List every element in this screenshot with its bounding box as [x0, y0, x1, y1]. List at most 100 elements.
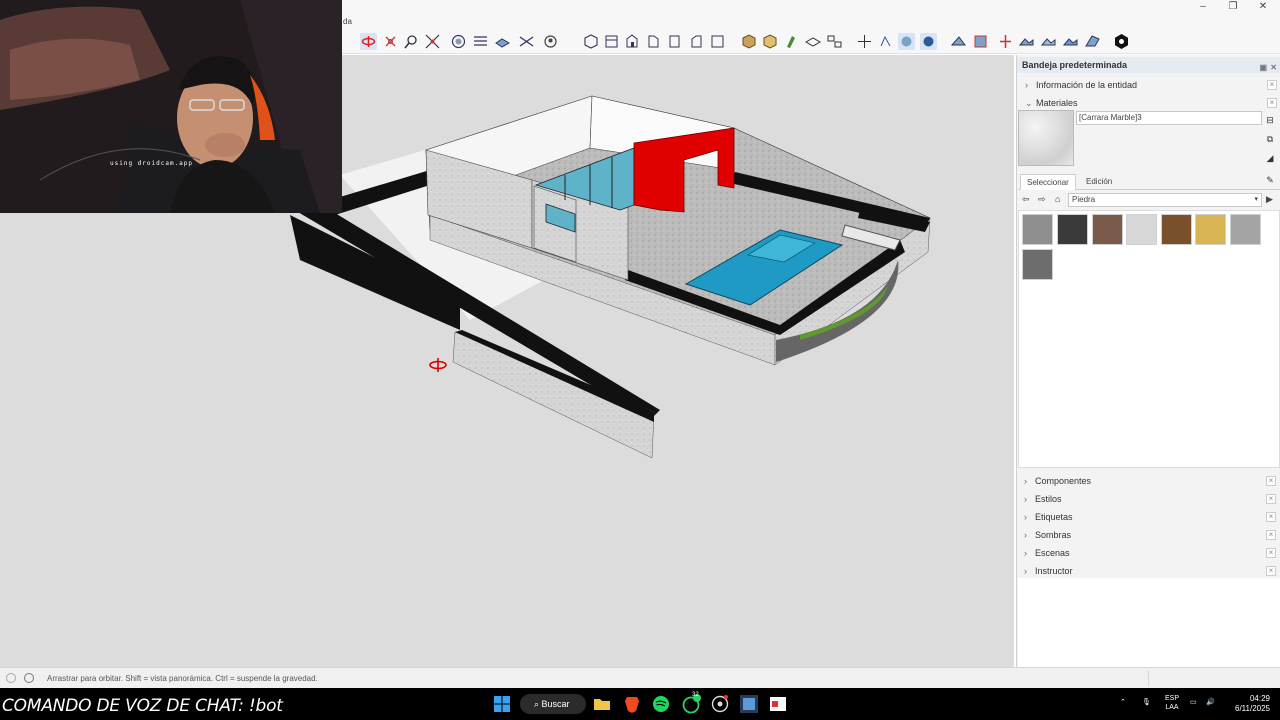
section-styles[interactable]: › Estilos ×	[1018, 491, 1280, 507]
close-icon[interactable]: ×	[1266, 476, 1276, 486]
clock[interactable]: 04:29 6/11/2025	[1226, 694, 1270, 714]
xray-icon[interactable]	[450, 33, 467, 50]
chevron-up-icon[interactable]: ⌃	[1120, 698, 1126, 707]
section-plane-icon[interactable]	[804, 33, 821, 50]
volume-icon[interactable]: 🔊	[1206, 698, 1215, 707]
material-swatch[interactable]	[1126, 214, 1157, 245]
close-button[interactable]: ✕	[1246, 0, 1280, 14]
spotify-icon[interactable]	[650, 693, 672, 715]
details-arrow-icon[interactable]: ▶	[1266, 194, 1273, 205]
section-entity-info[interactable]: › Información de la entidad ×	[1019, 77, 1280, 93]
shaded-icon[interactable]	[542, 33, 559, 50]
chevron-down-icon: ▾	[1254, 196, 1258, 203]
forward-arrow-icon[interactable]: ⇨	[1038, 194, 1046, 205]
measurements-box[interactable]	[1148, 671, 1276, 686]
network-icon[interactable]: ▭	[1190, 698, 1197, 707]
tab-select[interactable]: Seleccionar	[1020, 174, 1076, 190]
close-icon[interactable]: ×	[1266, 512, 1276, 522]
minimize-button[interactable]: –	[1186, 0, 1220, 14]
tab-edit[interactable]: Edición	[1080, 174, 1118, 190]
close-icon[interactable]: ×	[1267, 98, 1277, 108]
home-icon[interactable]: ⌂	[1055, 194, 1060, 204]
maximize-button[interactable]: ❐	[1216, 0, 1250, 14]
section-tags[interactable]: › Etiquetas ×	[1018, 509, 1280, 525]
material-swatch[interactable]	[1057, 214, 1088, 245]
left-view-icon[interactable]	[688, 33, 705, 50]
default-material-icon[interactable]: ◢	[1264, 153, 1276, 165]
walk-icon[interactable]	[877, 33, 894, 50]
push-icon[interactable]	[997, 33, 1014, 50]
section-components[interactable]: › Componentes ×	[1018, 473, 1280, 489]
right-view-icon[interactable]	[645, 33, 662, 50]
close-icon[interactable]: ×	[1266, 566, 1276, 576]
close-icon[interactable]: ×	[1267, 80, 1277, 90]
chrome-icon[interactable]	[709, 693, 731, 715]
iso-view-icon[interactable]	[582, 33, 599, 50]
geo-location-icon[interactable]	[6, 673, 16, 683]
info-icon[interactable]	[24, 673, 34, 683]
top-view-icon[interactable]	[603, 33, 620, 50]
wireframe-icon[interactable]	[494, 33, 511, 50]
library-dropdown[interactable]: Piedra ▾	[1068, 193, 1262, 207]
box-icon[interactable]	[740, 33, 757, 50]
section-shadows[interactable]: › Sombras ×	[1018, 527, 1280, 543]
material-swatch[interactable]	[1092, 214, 1123, 245]
tray-empty-area	[1018, 578, 1280, 667]
component-icon[interactable]	[761, 33, 778, 50]
section-label: Materiales	[1036, 98, 1078, 108]
brave-browser-icon[interactable]	[621, 693, 643, 715]
section-display-icon[interactable]	[826, 33, 843, 50]
drape-icon[interactable]	[1084, 33, 1101, 50]
terrain-icon[interactable]	[1018, 33, 1035, 50]
pan-icon[interactable]	[382, 33, 399, 50]
material-preview[interactable]	[1018, 110, 1074, 166]
paint-icon[interactable]	[782, 33, 799, 50]
section-scenes[interactable]: › Escenas ×	[1018, 545, 1280, 561]
section-instructor[interactable]: › Instructor ×	[1018, 563, 1280, 579]
material-swatch[interactable]	[1161, 214, 1192, 245]
extension-icon[interactable]	[950, 33, 967, 50]
taskbar-search[interactable]: ⌕ Buscar	[520, 694, 586, 714]
sketchup-icon[interactable]	[738, 693, 760, 715]
material-swatch[interactable]	[1022, 249, 1053, 280]
file-explorer-icon[interactable]	[591, 693, 613, 715]
chevron-down-icon: ⌄	[1025, 98, 1033, 108]
front-view-icon[interactable]	[624, 33, 641, 50]
tray-close-icon[interactable]: ✕	[1270, 60, 1277, 76]
language-indicator[interactable]: ESP LAA	[1160, 694, 1184, 712]
close-icon[interactable]: ×	[1266, 548, 1276, 558]
material-name-field[interactable]: [Carrara Marble]3	[1076, 111, 1262, 125]
close-icon[interactable]: ×	[1266, 530, 1276, 540]
solid-tools-icon[interactable]	[972, 33, 989, 50]
status-bar: Arrastrar para orbitar. Shift = vista pa…	[0, 667, 1280, 688]
back-view-icon[interactable]	[666, 33, 683, 50]
lock-icon[interactable]: ⊟	[1264, 115, 1276, 127]
look-around-icon[interactable]	[898, 33, 915, 50]
smoove-icon[interactable]	[1040, 33, 1057, 50]
position-camera-icon[interactable]	[856, 33, 873, 50]
back-arrow-icon[interactable]: ⇦	[1022, 194, 1030, 205]
material-swatch-grid	[1018, 210, 1280, 468]
create-material-icon[interactable]: ⧉	[1264, 134, 1276, 146]
section-materials[interactable]: ⌄ Materiales ×	[1019, 95, 1280, 111]
microphone-icon[interactable]: 🎙	[1142, 698, 1151, 707]
sandbox-icon[interactable]	[920, 33, 937, 50]
hidden-line-icon[interactable]	[518, 33, 535, 50]
windows-start-icon[interactable]	[491, 693, 513, 715]
orbit-icon[interactable]	[360, 33, 377, 50]
material-swatch[interactable]	[1022, 214, 1053, 245]
material-swatch[interactable]	[1230, 214, 1261, 245]
warehouse-icon[interactable]	[1113, 33, 1130, 50]
zoom-extents-icon[interactable]	[424, 33, 441, 50]
whatsapp-icon[interactable]: 32	[680, 692, 702, 715]
menu-fragment[interactable]: da	[343, 17, 352, 26]
bottom-view-icon[interactable]	[709, 33, 726, 50]
layout-app-icon[interactable]	[767, 693, 789, 715]
close-icon[interactable]: ×	[1266, 494, 1276, 504]
zoom-icon[interactable]	[403, 33, 420, 50]
back-edges-icon[interactable]	[472, 33, 489, 50]
pin-icon[interactable]: ▣	[1259, 60, 1267, 76]
chevron-right-icon: ›	[1025, 80, 1028, 90]
material-swatch[interactable]	[1195, 214, 1226, 245]
stamp-icon[interactable]	[1062, 33, 1079, 50]
